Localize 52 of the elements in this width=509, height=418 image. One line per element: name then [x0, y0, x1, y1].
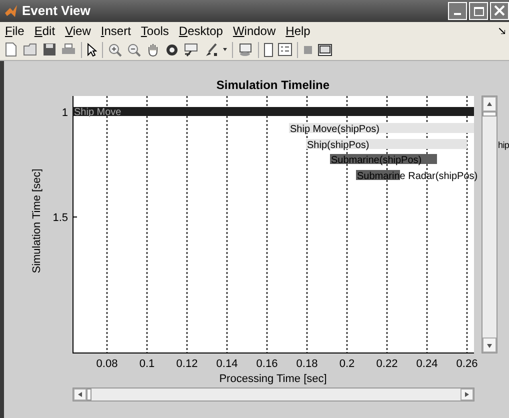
minimize-button[interactable]	[448, 2, 467, 20]
y-tick-label: 1.5	[52, 212, 68, 224]
event-bar: Ship Move(shipPos)	[289, 123, 474, 135]
x-tick-label: 0.22	[376, 358, 398, 370]
link-plot-icon[interactable]	[238, 42, 253, 56]
rotate-icon[interactable]	[165, 42, 179, 56]
menu-item[interactable]: Window	[232, 22, 276, 40]
data-cursor-icon[interactable]	[184, 42, 199, 56]
x-tick-label: 0.26	[456, 358, 478, 370]
maximize-button[interactable]	[469, 2, 488, 20]
hand-icon[interactable]	[146, 42, 160, 56]
event-label: hip	[498, 140, 509, 150]
menu-item[interactable]: Insert	[100, 22, 131, 40]
print-icon[interactable]	[61, 43, 76, 56]
x-tick-label: 0.14	[216, 358, 238, 370]
window-title: Event View	[22, 2, 92, 20]
x-tick-label: 0.08	[96, 358, 118, 370]
x-tick-label: 0.18	[296, 358, 318, 370]
menu-item[interactable]: View	[65, 22, 91, 40]
horizontal-scrollbar[interactable]	[72, 388, 474, 402]
chart-title: Simulation Timeline	[216, 78, 330, 92]
y-axis-label: Simulation Time [sec]	[31, 168, 43, 274]
logo-icon	[4, 4, 18, 18]
save-icon[interactable]	[43, 43, 56, 56]
new-file-icon[interactable]	[4, 42, 18, 57]
x-axis-label: Processing Time [sec]	[219, 373, 327, 385]
x-tick-label: 0.1	[139, 358, 155, 370]
dock-arrow-icon[interactable]	[499, 28, 505, 34]
event-bar: Ship Move	[73, 107, 474, 118]
menu-item[interactable]: Desktop	[178, 22, 223, 40]
dropdown-caret-icon[interactable]	[223, 48, 227, 51]
x-tick-label: 0.12	[176, 358, 198, 370]
menu-item[interactable]: Help	[286, 22, 310, 40]
menu-item[interactable]: File	[5, 22, 24, 40]
zoom-out-icon[interactable]	[127, 42, 141, 56]
y-tick-label: 1	[62, 107, 68, 119]
folder-icon[interactable]	[23, 43, 38, 56]
pointer-icon[interactable]	[87, 42, 97, 56]
legend-icon[interactable]	[278, 43, 292, 56]
x-tick-label: 0.2	[339, 358, 355, 370]
window-icon[interactable]	[318, 44, 332, 56]
x-tick-label: 0.24	[416, 358, 438, 370]
zoom-in-icon[interactable]	[108, 42, 122, 56]
menu-item[interactable]: Edit	[34, 22, 56, 40]
event-bar: Ship(shipPos)	[306, 139, 467, 151]
x-tick-label: 0.16	[256, 358, 278, 370]
menu-item[interactable]: Tools	[140, 22, 169, 40]
colorbar-icon[interactable]	[264, 42, 273, 56]
close-button[interactable]	[490, 2, 509, 20]
event-bar: Submarine(shipPos)	[330, 154, 437, 166]
vertical-scrollbar[interactable]	[482, 96, 498, 354]
brush-icon[interactable]	[204, 42, 218, 56]
